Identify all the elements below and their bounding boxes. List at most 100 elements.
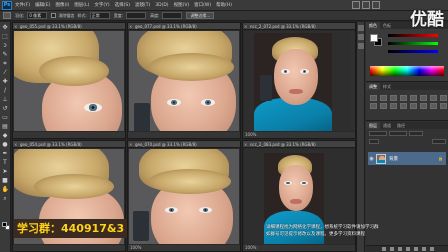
curves-icon[interactable] [390,95,397,101]
document-window[interactable]: × geo_070.psd @ 33.1% (RGB/8) 100% [127,140,241,252]
canvas[interactable] [129,149,239,244]
zoom-tool-icon[interactable]: ⌕ [2,195,9,202]
lasso-tool-icon[interactable]: ↄ [2,42,9,49]
black-white-icon[interactable] [440,95,447,101]
eye-icon[interactable]: ◉ [369,156,374,162]
posterize-icon[interactable] [410,103,417,109]
document-window[interactable]: × geo_055.psd @ 33.1% (RGB/8) [12,22,126,139]
close-icon[interactable]: × [14,23,17,29]
canvas[interactable] [129,31,239,131]
threshold-icon[interactable] [420,103,427,109]
tab-channels[interactable]: 通道 [380,122,394,129]
foreground-background-colors[interactable] [2,222,10,230]
levels-icon[interactable] [380,95,387,101]
add-mask-icon[interactable] [397,247,402,251]
document-tab[interactable]: × ncc_2_083.psd @ 33.1% (RGB/8) [243,141,355,148]
new-group-icon[interactable] [413,247,418,251]
canvas[interactable] [14,31,124,131]
marquee-tool-icon[interactable]: ⬚ [2,33,9,40]
eraser-tool-icon[interactable]: ▭ [2,114,9,121]
layer-kind-select[interactable] [369,130,387,136]
tab-layers[interactable]: 图层 [366,122,380,129]
layer-style-icon[interactable] [389,247,394,251]
close-button[interactable] [372,1,380,9]
tab-color[interactable]: 颜色 [366,22,380,29]
document-tab[interactable]: × geo_054.psd @ 33.1% (RGB/8) [13,141,125,148]
menu-view[interactable]: 视图(V) [174,2,190,8]
brightness-icon[interactable] [370,95,377,101]
close-icon[interactable]: × [14,141,17,147]
delete-layer-icon[interactable] [429,247,434,251]
style-select[interactable]: 正常 [89,12,110,19]
green-slider[interactable] [388,42,438,45]
menu-window[interactable]: 窗口(W) [194,2,211,8]
blue-slider[interactable] [388,50,438,53]
menu-filter[interactable]: 滤镜(T) [135,2,150,8]
blur-tool-icon[interactable]: ◆ [2,132,9,139]
gradient-map-icon[interactable] [430,103,437,109]
menu-file[interactable]: 文件(F) [15,2,30,8]
red-slider[interactable] [388,34,438,37]
close-icon[interactable]: × [244,141,247,147]
opacity-input[interactable] [409,130,423,136]
healing-tool-icon[interactable]: ✚ [2,78,9,85]
menu-help[interactable]: 帮助(H) [216,2,232,8]
lock-options[interactable] [369,138,379,144]
color-balance-icon[interactable] [430,95,437,101]
brush-tool-icon[interactable]: ∕ [2,87,9,94]
menu-edit[interactable]: 编辑(E) [35,2,50,8]
info-panel-icon[interactable] [357,43,364,49]
gradient-tool-icon[interactable]: ▤ [2,123,9,130]
tab-swatches[interactable]: 色板 [380,22,394,29]
minimize-button[interactable] [352,1,360,9]
hue-saturation-icon[interactable] [420,95,427,101]
document-window[interactable]: × ncc_2_072.psd @ 33.1% (RGB/8) 100% [242,22,356,139]
pen-tool-icon[interactable]: ✒ [2,150,9,157]
feather-input[interactable]: 0 像素 [27,12,48,19]
document-tab[interactable]: × ncc_2_072.psd @ 33.1% (RGB/8) [243,23,355,30]
stamp-tool-icon[interactable]: ⊥ [2,96,9,103]
document-tab[interactable]: × geo_077.psd @ 33.1% (RGB/8) [128,23,240,30]
document-tab[interactable]: × geo_055.psd @ 33.1% (RGB/8) [13,23,125,30]
menu-3d[interactable]: 3D(D) [155,3,168,8]
new-adjustment-icon[interactable] [405,247,410,251]
exposure-icon[interactable] [400,95,407,101]
menu-type[interactable]: 文字(Y) [94,2,109,8]
photo-filter-icon[interactable] [370,103,377,109]
menu-layer[interactable]: 图层(L) [74,2,89,8]
blend-mode-select[interactable] [389,130,407,136]
menu-select[interactable]: 选择(S) [115,2,130,8]
tab-styles[interactable]: 样式 [380,83,394,90]
fill-input[interactable] [432,138,446,144]
close-icon[interactable]: × [129,141,132,147]
canvas[interactable] [244,31,354,131]
document-window[interactable]: × geo_077.psd @ 33.1% (RGB/8) [127,22,241,139]
selective-color-icon[interactable] [440,103,447,109]
channel-mixer-icon[interactable] [380,103,387,109]
foreground-color-swatch[interactable] [370,34,378,42]
close-icon[interactable]: × [129,23,132,29]
history-brush-tool-icon[interactable]: ↺ [2,105,9,112]
history-panel-icon[interactable] [357,25,364,31]
foreground-color-swatch[interactable] [2,222,7,227]
close-icon[interactable]: × [244,23,247,29]
new-layer-icon[interactable] [421,247,426,251]
tab-adjustments[interactable]: 调整 [366,83,380,90]
type-tool-icon[interactable]: T [2,159,9,166]
tool-preset-picker[interactable] [3,12,11,19]
refine-edge-button[interactable]: 调整边缘... [186,12,215,19]
layer-row[interactable]: ◉ 背景 🔒 [368,152,446,165]
link-layers-icon[interactable] [381,247,386,251]
vibrance-icon[interactable] [410,95,417,101]
path-select-tool-icon[interactable]: ➤ [2,168,9,175]
crop-tool-icon[interactable]: ⌗ [2,60,9,67]
move-tool-icon[interactable]: ✥ [2,24,9,31]
dodge-tool-icon[interactable]: ● [2,141,9,148]
menu-image[interactable]: 图像(I) [55,2,69,8]
color-lookup-icon[interactable] [390,103,397,109]
eyedropper-tool-icon[interactable]: ⁄ [2,69,9,76]
properties-panel-icon[interactable] [357,34,364,40]
tab-paths[interactable]: 路径 [394,122,408,129]
color-spectrum[interactable] [370,66,444,76]
antialias-checkbox[interactable] [51,13,57,18]
